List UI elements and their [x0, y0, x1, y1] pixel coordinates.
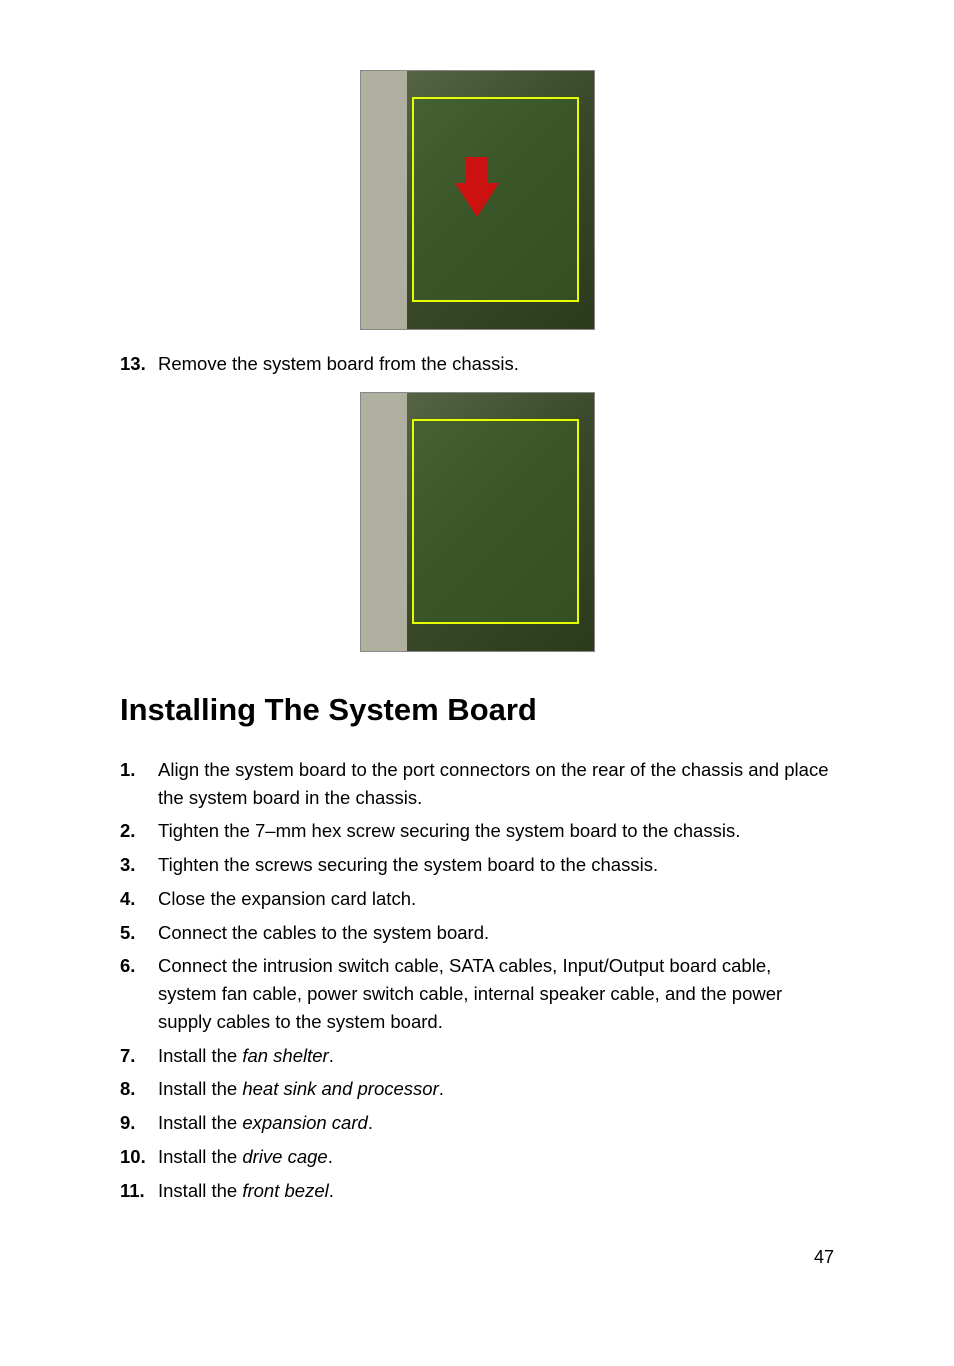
install-step-4: 4. Close the expansion card latch.: [120, 885, 834, 913]
step-suffix: .: [439, 1078, 444, 1099]
install-step-5: 5. Connect the cables to the system boar…: [120, 919, 834, 947]
step-13: 13. Remove the system board from the cha…: [120, 350, 834, 378]
step-suffix: .: [329, 1045, 334, 1066]
step-number: 4.: [120, 885, 158, 913]
step-italic: drive cage: [242, 1146, 327, 1167]
step-prefix: Install the: [158, 1078, 242, 1099]
step-number: 9.: [120, 1109, 158, 1137]
step-text: Tighten the screws securing the system b…: [158, 851, 834, 879]
install-step-10: 10. Install the drive cage.: [120, 1143, 834, 1171]
arrow-down-icon: [455, 183, 499, 217]
figure-2: [120, 392, 834, 652]
install-step-9: 9. Install the expansion card.: [120, 1109, 834, 1137]
install-step-2: 2. Tighten the 7–mm hex screw securing t…: [120, 817, 834, 845]
step-italic: expansion card: [242, 1112, 367, 1133]
step-number: 6.: [120, 952, 158, 1035]
step-text: Install the front bezel.: [158, 1177, 834, 1205]
step-prefix: Install the: [158, 1045, 242, 1066]
step-text: Install the drive cage.: [158, 1143, 834, 1171]
install-step-3: 3. Tighten the screws securing the syste…: [120, 851, 834, 879]
install-step-11: 11. Install the front bezel.: [120, 1177, 834, 1205]
step-number: 5.: [120, 919, 158, 947]
step-prefix: Install the: [158, 1180, 242, 1201]
step-prefix: Install the: [158, 1146, 242, 1167]
step-suffix: .: [368, 1112, 373, 1133]
step-number: 13.: [120, 350, 158, 378]
install-step-1: 1. Align the system board to the port co…: [120, 756, 834, 812]
page-number: 47: [814, 1247, 834, 1268]
step-number: 2.: [120, 817, 158, 845]
step-text: Tighten the 7–mm hex screw securing the …: [158, 817, 834, 845]
step-italic: front bezel: [242, 1180, 328, 1201]
step-text: Close the expansion card latch.: [158, 885, 834, 913]
step-text: Connect the cables to the system board.: [158, 919, 834, 947]
install-step-6: 6. Connect the intrusion switch cable, S…: [120, 952, 834, 1035]
step-number: 3.: [120, 851, 158, 879]
install-step-7: 7. Install the fan shelter.: [120, 1042, 834, 1070]
step-number: 7.: [120, 1042, 158, 1070]
step-italic: heat sink and processor: [242, 1078, 438, 1099]
step-number: 1.: [120, 756, 158, 812]
heading-installing-system-board: Installing The System Board: [120, 692, 834, 728]
step-text: Remove the system board from the chassis…: [158, 350, 834, 378]
step-number: 10.: [120, 1143, 158, 1171]
step-suffix: .: [328, 1146, 333, 1167]
system-board-image-1: [360, 70, 595, 330]
step-text: Install the expansion card.: [158, 1109, 834, 1137]
step-text: Install the fan shelter.: [158, 1042, 834, 1070]
step-italic: fan shelter: [242, 1045, 328, 1066]
install-step-8: 8. Install the heat sink and processor.: [120, 1075, 834, 1103]
step-text: Install the heat sink and processor.: [158, 1075, 834, 1103]
step-number: 8.: [120, 1075, 158, 1103]
system-board-image-2: [360, 392, 595, 652]
figure-1: [120, 70, 834, 330]
step-prefix: Install the: [158, 1112, 242, 1133]
install-steps-list: 1. Align the system board to the port co…: [120, 756, 834, 1205]
step-number: 11.: [120, 1177, 158, 1205]
step-text: Connect the intrusion switch cable, SATA…: [158, 952, 834, 1035]
step-suffix: .: [329, 1180, 334, 1201]
step-text: Align the system board to the port conne…: [158, 756, 834, 812]
